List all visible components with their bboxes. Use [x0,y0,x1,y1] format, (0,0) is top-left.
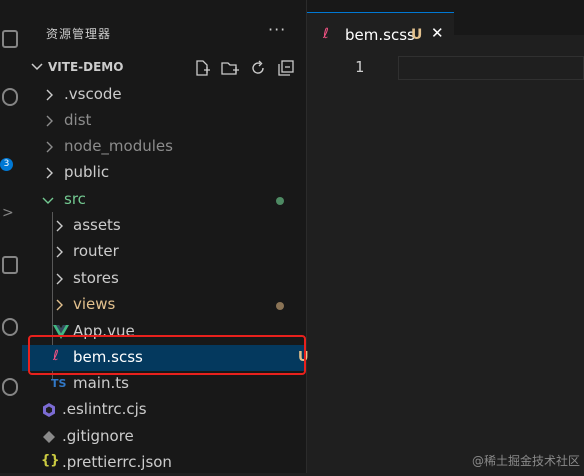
tree-item-assets[interactable]: assets [22,213,306,239]
explorer-title: 资源管理器 [46,27,112,41]
tree-item-vscode[interactable]: .vscode [22,82,306,108]
files-icon[interactable] [2,30,18,48]
json-file-icon: {} [41,453,60,468]
tree-item-prettierrc[interactable]: {} .prettierrc.json [22,450,306,476]
new-file-icon[interactable] [192,58,212,78]
tree-item-label: public [64,163,110,181]
watermark: @稀土掘金技术社区 [471,454,580,468]
account-icon[interactable] [2,378,18,396]
modified-dot [276,302,284,310]
tree-item-stores[interactable]: stores [22,266,306,292]
tree-item-label: .gitignore [62,427,134,445]
chevron-right-icon [46,115,53,127]
chevron-right-icon [46,141,53,153]
search-icon[interactable] [2,88,18,106]
highlight-annotation [28,335,306,375]
run-debug-icon[interactable]: > [2,205,14,221]
typescript-file-icon: TS [51,377,67,390]
editor-tab-bar: ℓ bem.scss U ✕ [307,0,584,57]
tree-item-node-modules[interactable]: node_modules [22,134,306,160]
tree-item-views[interactable]: views [22,292,306,318]
chevron-right-icon [46,89,53,101]
current-line[interactable] [398,56,584,80]
tab-untracked-badge: U [411,27,423,43]
sass-file-icon: ℓ [323,26,329,42]
extensions-icon[interactable] [2,256,18,274]
chevron-down-icon [42,197,54,204]
more-actions-icon[interactable]: ··· [268,20,286,39]
modified-dot [276,197,284,205]
refresh-icon[interactable] [248,58,268,78]
tab-bem-scss[interactable]: ℓ bem.scss U ✕ [307,12,454,57]
tree-item-gitignore[interactable]: .gitignore [22,424,306,450]
chevron-right-icon [56,220,63,232]
close-icon[interactable]: ✕ [431,24,444,42]
chevron-right-icon [56,273,63,285]
tree-item-eslintrc[interactable]: .eslintrc.cjs [22,397,306,423]
line-number: 1 [355,58,365,76]
tree-item-label: views [73,295,116,313]
tree-item-src[interactable]: src [22,187,306,213]
explorer-sidebar: 资源管理器 ··· VITE-DEMO .vscode dist node_mo… [22,0,309,476]
collapse-all-icon[interactable] [276,58,296,78]
tree-item-label: node_modules [64,137,173,155]
tree-item-label: stores [73,269,119,287]
git-file-icon [43,431,55,443]
eslint-file-icon [43,403,55,417]
tab-label: bem.scss [345,26,415,44]
tree-item-router[interactable]: router [22,239,306,265]
tree-item-label: .eslintrc.cjs [62,400,147,418]
tree-item-label: .vscode [64,85,122,103]
chevron-right-icon [56,299,63,311]
tree-item-dist[interactable]: dist [22,108,306,134]
tree-item-label: main.ts [73,374,129,392]
tree-item-label: .prettierrc.json [62,453,172,471]
tree-item-label: assets [73,216,121,234]
tree-item-label: src [64,190,86,208]
new-folder-icon[interactable] [220,58,240,78]
chevron-right-icon [56,246,63,258]
tree-item-label: router [73,242,119,260]
source-control-badge: 3 [0,158,13,171]
tree-item-public[interactable]: public [22,160,306,186]
tree-item-label: dist [64,111,92,129]
remote-icon[interactable] [2,318,18,336]
activity-bar: 3 > [0,0,22,473]
chevron-right-icon [46,167,53,179]
project-section-header[interactable]: VITE-DEMO [22,56,306,80]
project-name: VITE-DEMO [48,60,124,74]
chevron-down-icon [31,63,43,71]
